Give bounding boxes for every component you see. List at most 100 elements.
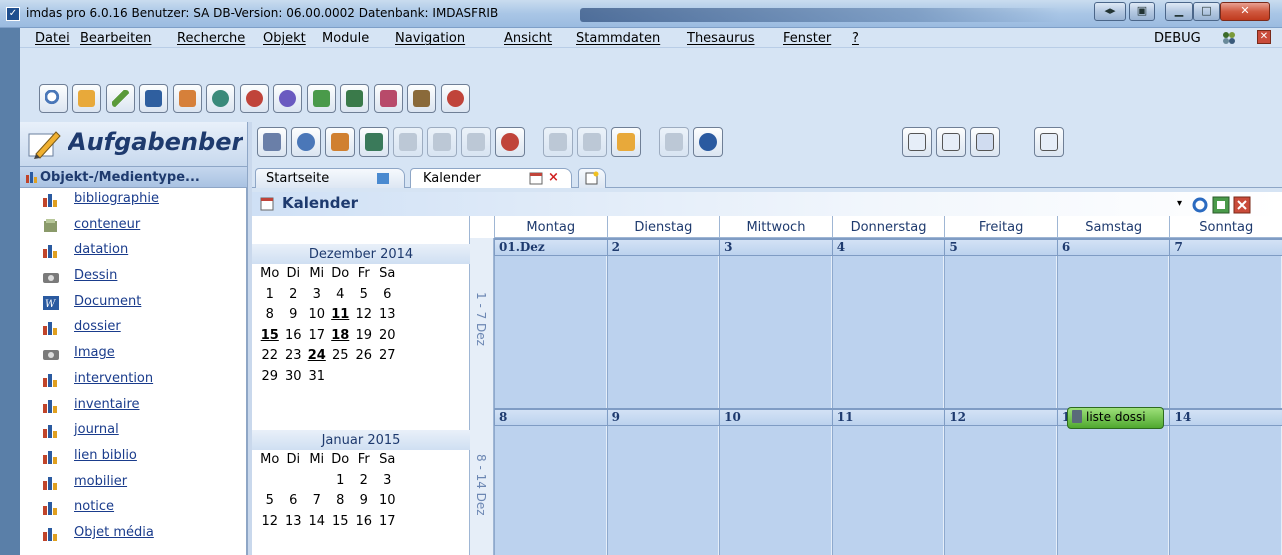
menu-stammdaten[interactable]: Stammdaten bbox=[576, 31, 660, 46]
refresh-icon[interactable] bbox=[1191, 196, 1209, 214]
day-slot[interactable] bbox=[944, 426, 1057, 555]
ungroup-icon[interactable] bbox=[577, 127, 607, 157]
print-icon[interactable] bbox=[427, 127, 457, 157]
list-item[interactable]: datation bbox=[20, 241, 247, 267]
list-item[interactable]: intervention bbox=[20, 370, 247, 396]
day-slot[interactable] bbox=[1169, 256, 1282, 408]
sort-icon[interactable] bbox=[359, 127, 389, 157]
list-item[interactable]: journal bbox=[20, 421, 247, 447]
day-slot[interactable] bbox=[831, 256, 945, 408]
list-item-label[interactable]: inventaire bbox=[74, 397, 140, 412]
day-slot[interactable] bbox=[606, 256, 720, 408]
day-cell[interactable]: 9 bbox=[282, 307, 306, 328]
day-cell[interactable]: 1 bbox=[258, 287, 282, 308]
day-cell[interactable]: 26 bbox=[352, 348, 376, 369]
list-item-label[interactable]: conteneur bbox=[74, 217, 140, 232]
day-cell[interactable]: 10 bbox=[376, 493, 400, 514]
date-label[interactable]: 3 bbox=[719, 240, 832, 255]
address-book-icon[interactable] bbox=[407, 84, 436, 113]
day-cell[interactable]: 4 bbox=[329, 287, 353, 308]
list-item-label[interactable]: Dessin bbox=[74, 268, 117, 283]
list-item[interactable]: lien biblio bbox=[20, 447, 247, 473]
day-cell[interactable]: 8 bbox=[258, 307, 282, 328]
day-cell[interactable]: 3 bbox=[376, 473, 400, 494]
tab-close-icon[interactable]: × bbox=[548, 170, 559, 185]
month-view-icon[interactable] bbox=[970, 127, 1000, 157]
day-cell[interactable]: 15 bbox=[329, 514, 353, 535]
settings-icon[interactable] bbox=[495, 127, 525, 157]
day-cell[interactable]: 27 bbox=[376, 348, 400, 369]
list-item-label[interactable]: datation bbox=[74, 242, 128, 257]
module-icon[interactable] bbox=[611, 127, 641, 157]
list-item-label[interactable]: journal bbox=[74, 422, 119, 437]
day-cell[interactable]: 23 bbox=[282, 348, 306, 369]
image-icon[interactable] bbox=[340, 84, 369, 113]
date-label[interactable]: 9 bbox=[606, 410, 720, 425]
group-icon[interactable] bbox=[543, 127, 573, 157]
search-icon[interactable] bbox=[291, 127, 321, 157]
menu-ansicht[interactable]: Ansicht bbox=[504, 31, 552, 46]
window-nav-icon[interactable]: ◂▸ bbox=[1094, 2, 1126, 21]
day-cell[interactable]: 2 bbox=[282, 287, 306, 308]
day-cell[interactable]: 29 bbox=[258, 369, 282, 390]
day-cell-with-appointment[interactable]: 24 bbox=[305, 348, 329, 369]
list-item[interactable]: Image bbox=[20, 344, 247, 370]
date-label[interactable]: 10 bbox=[719, 410, 832, 425]
date-label[interactable]: 4 bbox=[831, 240, 945, 255]
menu-help[interactable]: ? bbox=[852, 31, 859, 46]
list-item[interactable]: dossier bbox=[20, 318, 247, 344]
window-restore-icon[interactable]: ▣ bbox=[1129, 2, 1155, 21]
day-cell[interactable]: 7 bbox=[305, 493, 329, 514]
delete-icon[interactable] bbox=[659, 127, 689, 157]
table-icon[interactable] bbox=[325, 127, 355, 157]
list-item-label[interactable]: dossier bbox=[74, 319, 121, 334]
date-label[interactable]: 2 bbox=[606, 240, 720, 255]
globe-icon[interactable] bbox=[206, 84, 235, 113]
day-cell-with-appointment[interactable]: 18 bbox=[329, 328, 353, 349]
day-cell[interactable]: 20 bbox=[376, 328, 400, 349]
list-item[interactable]: bibliographie bbox=[20, 190, 247, 216]
date-label[interactable]: 01.Dez bbox=[494, 240, 607, 255]
door-icon[interactable] bbox=[257, 127, 287, 157]
day-cell[interactable]: 5 bbox=[258, 493, 282, 514]
menu-objekt[interactable]: Objekt bbox=[263, 31, 306, 46]
menu-thesaurus[interactable]: Thesaurus bbox=[687, 31, 755, 46]
date-label[interactable]: 14 bbox=[1169, 410, 1282, 425]
day-cell[interactable]: 16 bbox=[352, 514, 376, 535]
day-cell[interactable]: 16 bbox=[282, 328, 306, 349]
day-cell[interactable]: 22 bbox=[258, 348, 282, 369]
list-item-label[interactable]: notice bbox=[74, 499, 114, 514]
day-view-icon[interactable] bbox=[902, 127, 932, 157]
day-cell[interactable]: 17 bbox=[305, 328, 329, 349]
day-slot[interactable] bbox=[494, 256, 607, 408]
copy-icon[interactable] bbox=[461, 127, 491, 157]
list-item[interactable]: Objet média bbox=[20, 524, 247, 550]
list-item-label[interactable]: Image bbox=[74, 345, 115, 360]
list-item-label[interactable]: Objet média bbox=[74, 525, 154, 540]
appointment[interactable]: liste dossi bbox=[1067, 407, 1164, 429]
date-label[interactable]: 11 bbox=[831, 410, 945, 425]
day-cell-with-appointment[interactable]: 15 bbox=[258, 328, 282, 349]
users-icon[interactable] bbox=[173, 84, 202, 113]
day-cell[interactable]: 3 bbox=[305, 287, 329, 308]
list-item-label[interactable]: mobilier bbox=[74, 474, 127, 489]
new-tab-button[interactable] bbox=[578, 168, 606, 188]
list-item[interactable]: conteneur bbox=[20, 216, 247, 242]
close-button[interactable]: ✕ bbox=[1220, 2, 1270, 21]
day-cell-with-appointment[interactable]: 11 bbox=[329, 307, 353, 328]
day-cell[interactable]: 2 bbox=[352, 473, 376, 494]
notes-icon[interactable] bbox=[374, 84, 403, 113]
list-item[interactable]: inventaire bbox=[20, 396, 247, 422]
date-label[interactable]: 5 bbox=[944, 240, 1057, 255]
menu-module[interactable]: Module bbox=[322, 31, 369, 46]
list-item[interactable]: mobilier bbox=[20, 473, 247, 499]
date-label[interactable]: 12 bbox=[944, 410, 1057, 425]
week-view-icon[interactable] bbox=[936, 127, 966, 157]
day-cell[interactable]: 13 bbox=[376, 307, 400, 328]
day-slot[interactable] bbox=[719, 426, 832, 555]
day-slot[interactable] bbox=[1056, 426, 1170, 555]
day-cell[interactable]: 12 bbox=[258, 514, 282, 535]
menu-navigation[interactable]: Navigation bbox=[395, 31, 465, 46]
day-slot[interactable] bbox=[831, 426, 945, 555]
minimize-button[interactable]: ▁ bbox=[1165, 2, 1193, 21]
